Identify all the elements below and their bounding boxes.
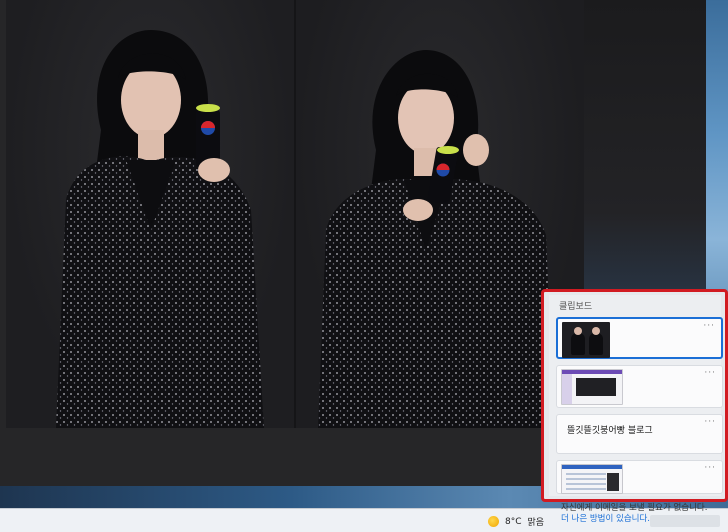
clipboard-footer: 자신에게 이메일을 보낼 필요가 없습니다. 더 나은 방법이 있습니다. [561,503,728,525]
thumb-image [576,378,616,396]
clipboard-item[interactable]: ··· [556,460,723,494]
weather-temp: 8°C [505,516,522,527]
thumb-figure [571,327,585,355]
footer-text: 자신에게 이메일을 보낼 필요가 없습니다. [561,503,708,513]
sun-icon [488,516,499,527]
clipboard-list: ··· ··· 뜰깃뜰깃붕어빵 블로그 ··· ··· [556,317,723,499]
clipboard-title: 클립보드 [559,302,593,312]
person-left [56,30,264,428]
screen: 8°C 맑음 클립보드 ··· ··· 뜰깃뜰깃붕어빵 블로그 ··· ··· … [0,0,728,532]
more-options-icon[interactable]: ··· [704,368,716,378]
clipboard-item[interactable]: 뜰깃뜰깃붕어빵 블로그 ··· [556,414,723,454]
weather-desc: 맑음 [527,518,545,528]
image-thumbnail [562,322,610,358]
thumb-sidebar [562,374,572,404]
photo-figures [56,30,554,428]
footer-link[interactable]: 더 나은 방법이 있습니다. [561,514,728,525]
more-options-icon[interactable]: ··· [704,463,716,473]
thumb-text-lines [566,473,606,491]
image-thumbnail [561,369,623,405]
clipboard-panel: 클립보드 ··· ··· 뜰깃뜰깃붕어빵 블로그 ··· ··· [541,289,728,502]
more-options-icon[interactable]: ··· [704,417,716,427]
image-thumbnail [561,464,623,494]
thumb-header [562,465,622,469]
more-options-icon[interactable]: ··· [703,321,715,331]
thumb-figure [589,327,603,355]
clipboard-text: 뜰깃뜰깃붕어빵 블로그 [567,426,653,436]
weather-widget[interactable]: 8°C 맑음 [488,515,544,528]
clipboard-item[interactable]: ··· [556,317,723,359]
clipboard-item[interactable]: ··· [556,365,723,408]
photo [6,0,584,428]
thumb-image [607,473,619,491]
image-viewer [0,0,584,486]
person-right [318,50,554,428]
